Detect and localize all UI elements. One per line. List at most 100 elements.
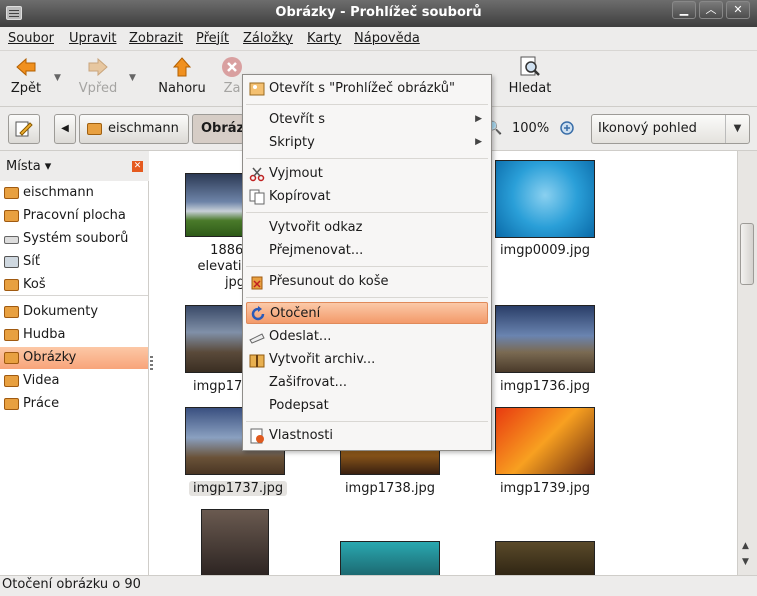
menu-item-open-with[interactable]: Otevřít s ▶ <box>246 109 488 131</box>
sidebar-header: Místa ▾ ✕ <box>0 151 149 181</box>
menu-separator <box>246 297 488 298</box>
sidebar-item-label: Pracovní plocha <box>23 208 126 223</box>
file-name[interactable]: imgp1739.jpg <box>495 481 595 496</box>
trash-icon <box>4 279 19 291</box>
file-thumbnail[interactable] <box>495 160 595 238</box>
home-icon <box>4 187 19 199</box>
chevron-down-icon: ▼ <box>725 115 749 143</box>
menu-item-rotate[interactable]: Otočení <box>246 302 488 324</box>
edit-pencil-icon <box>15 121 33 137</box>
scrollbar-thumb[interactable] <box>740 223 754 285</box>
search-button[interactable]: Hledat <box>506 55 554 96</box>
file-name[interactable]: imgp1736.jpg <box>495 379 595 394</box>
menu-item-create-archive[interactable]: Vytvořit archiv... <box>246 349 488 371</box>
sidebar: Místa ▾ ✕ eischmann Pracovní plocha Syst… <box>0 151 149 575</box>
sidebar-item-pictures[interactable]: Obrázky <box>0 347 148 369</box>
path-crumb-current[interactable]: Obrázky <box>192 114 244 144</box>
sidebar-item-home[interactable]: eischmann <box>0 182 148 204</box>
sidebar-item-trash[interactable]: Koš <box>0 274 148 296</box>
folder-icon <box>4 352 19 364</box>
trash-icon <box>251 276 263 290</box>
forward-history-dropdown[interactable]: ▼ <box>129 73 136 83</box>
home-folder-icon <box>87 123 102 135</box>
sidebar-separator <box>0 295 148 296</box>
menu-item-send[interactable]: Odeslat... <box>246 326 488 348</box>
minimize-button[interactable]: ▁ <box>672 1 696 19</box>
menu-item-copy[interactable]: Kopírovat <box>246 186 488 208</box>
vertical-scrollbar[interactable]: ▲ ▼ <box>737 151 757 575</box>
menu-item-make-link[interactable]: Vytvořit odkaz <box>246 217 488 239</box>
zoom-in-icon[interactable] <box>559 120 577 138</box>
up-button[interactable]: Nahoru <box>158 55 206 96</box>
zoom-level[interactable]: 100% <box>512 121 549 136</box>
search-icon <box>520 56 540 76</box>
menu-item-scripts[interactable]: Skripty ▶ <box>246 132 488 154</box>
file-name[interactable]: imgp0009.jpg <box>495 243 595 258</box>
sidebar-item-desktop[interactable]: Pracovní plocha <box>0 205 148 227</box>
close-button[interactable]: ✕ <box>726 1 750 19</box>
file-thumbnail[interactable] <box>201 509 269 575</box>
file-thumbnail[interactable] <box>340 541 440 575</box>
menu-item-properties[interactable]: Vlastnosti <box>246 425 488 447</box>
menu-go[interactable]: Přejít <box>196 31 229 46</box>
sidebar-item-videos[interactable]: Videa <box>0 370 148 392</box>
forward-button[interactable]: Vpřed <box>76 55 120 96</box>
rotate-icon <box>251 306 265 321</box>
sidebar-resize-handle[interactable] <box>150 356 153 370</box>
scroll-up-arrow[interactable]: ▲ <box>742 541 749 551</box>
menu-item-move-to-trash[interactable]: Přesunout do koše <box>246 271 488 293</box>
sidebar-item-label: eischmann <box>23 185 94 200</box>
sidebar-item-documents[interactable]: Dokumenty <box>0 301 148 323</box>
sidebar-item-label: Obrázky <box>23 350 77 365</box>
menu-item-sign[interactable]: Podepsat <box>246 395 488 417</box>
up-arrow-icon <box>172 57 192 77</box>
menu-file[interactable]: Soubor <box>8 31 54 46</box>
back-arrow-icon <box>16 57 36 77</box>
menu-item-rename[interactable]: Přejmenovat... <box>246 240 488 262</box>
send-icon <box>249 333 265 344</box>
back-button[interactable]: Zpět <box>8 55 44 96</box>
file-name-selected[interactable]: imgp1737.jpg <box>189 481 288 496</box>
menu-item-cut[interactable]: Vyjmout <box>246 163 488 185</box>
file-thumbnail[interactable] <box>495 407 595 475</box>
path-crumb-home[interactable]: eischmann <box>79 114 189 144</box>
menu-item-encrypt[interactable]: Zašifrovat... <box>246 372 488 394</box>
menu-view[interactable]: Zobrazit <box>129 31 183 46</box>
menu-tabs[interactable]: Karty <box>307 31 341 46</box>
menu-bookmarks[interactable]: Záložky <box>243 31 293 46</box>
menu-help[interactable]: Nápověda <box>354 31 420 46</box>
sidebar-item-filesystem[interactable]: Systém souborů <box>0 228 148 250</box>
drive-icon <box>4 236 19 244</box>
path-crumb-current-label: Obrázky <box>201 121 244 136</box>
scissors-icon <box>249 167 265 182</box>
menu-item-open-with-default[interactable]: Otevřít s "Prohlížeč obrázků" <box>246 78 488 100</box>
folder-icon <box>4 329 19 341</box>
back-history-dropdown[interactable]: ▼ <box>54 73 61 83</box>
maximize-button[interactable]: ︿ <box>699 1 723 19</box>
stop-icon <box>222 57 242 77</box>
menu-separator <box>246 421 488 422</box>
view-mode-select[interactable]: Ikonový pohled ▼ <box>591 114 750 144</box>
file-thumbnail[interactable] <box>495 305 595 373</box>
window-title: Obrázky - Prohlížeč souborů <box>275 5 482 20</box>
up-label: Nahoru <box>158 81 206 96</box>
folder-icon <box>4 398 19 410</box>
close-sidebar-icon[interactable]: ✕ <box>132 161 143 172</box>
path-crumb-home-label: eischmann <box>108 121 179 136</box>
sidebar-places-select[interactable]: Místa ▾ <box>6 159 51 174</box>
menu-edit[interactable]: Upravit <box>69 31 116 46</box>
scroll-down-arrow[interactable]: ▼ <box>742 557 749 567</box>
folder-icon <box>4 375 19 387</box>
stop-button[interactable]: Za <box>220 55 244 96</box>
sidebar-item-music[interactable]: Hudba <box>0 324 148 346</box>
copy-icon <box>249 189 265 205</box>
path-scroll-left-button[interactable]: ◀ <box>54 114 76 144</box>
file-name[interactable]: imgp1738.jpg <box>340 481 440 496</box>
sidebar-item-label: Hudba <box>23 327 66 342</box>
file-thumbnail[interactable] <box>495 541 595 575</box>
sidebar-item-network[interactable]: Síť <box>0 251 148 273</box>
sidebar-item-work[interactable]: Práce <box>0 393 148 415</box>
toggle-location-entry-button[interactable] <box>8 114 40 144</box>
archive-icon <box>249 354 265 368</box>
sidebar-item-label: Práce <box>23 396 60 411</box>
